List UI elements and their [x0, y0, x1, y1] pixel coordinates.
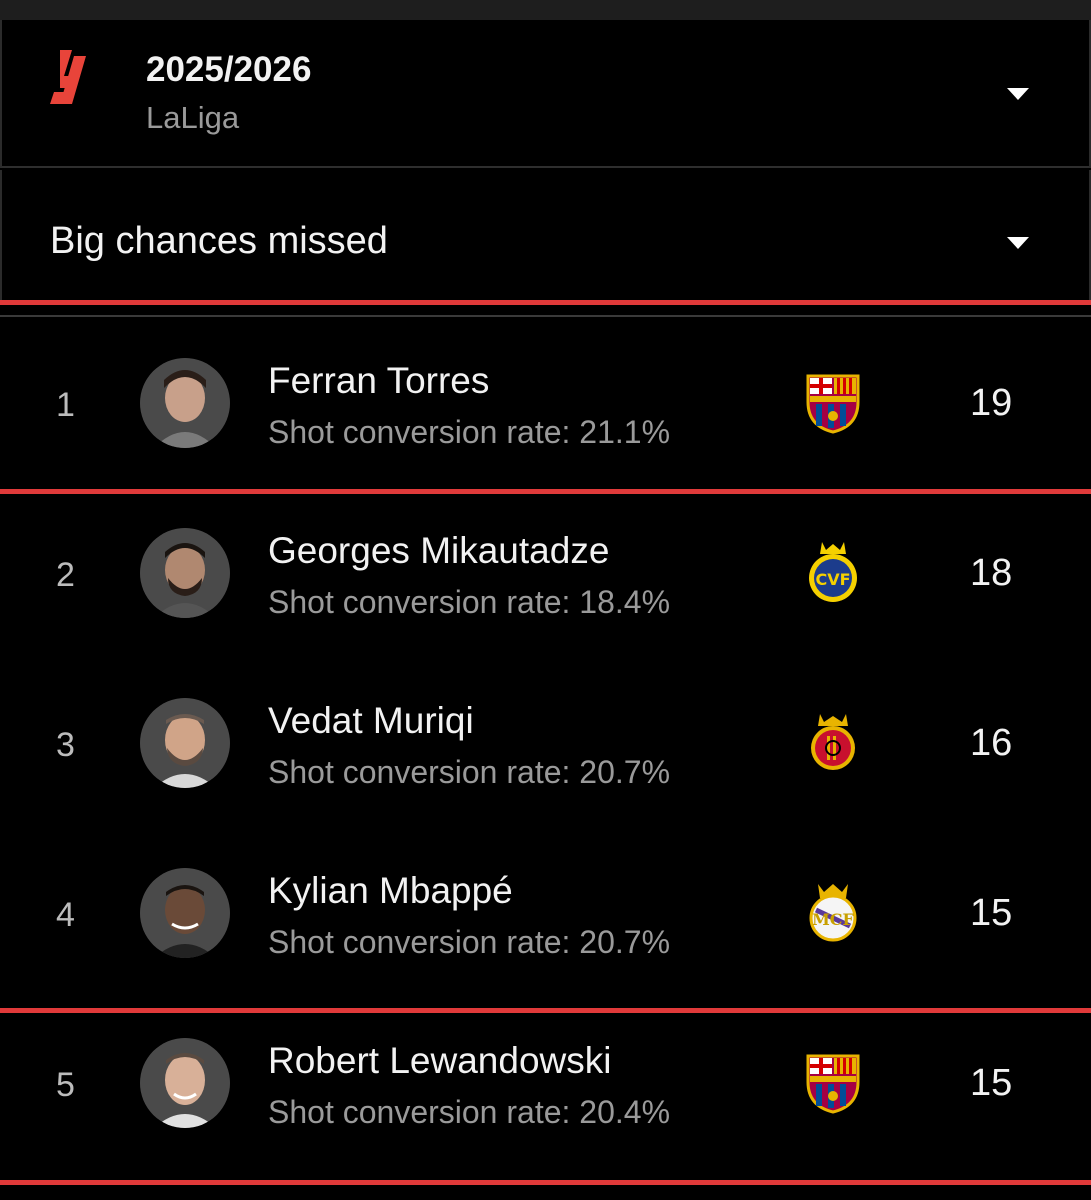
stat-selector-label: Big chances missed — [50, 220, 388, 262]
stat-value: 18 — [970, 552, 1013, 594]
stat-value: 15 — [970, 892, 1013, 934]
laliga-logo-icon — [50, 50, 86, 104]
divider — [0, 1180, 1091, 1185]
shot-conversion-rate: Shot conversion rate: 20.4% — [268, 1094, 671, 1130]
rank: 5 — [56, 1066, 75, 1104]
stat-value: 15 — [970, 1062, 1013, 1104]
divider — [0, 315, 1091, 317]
player-name: Kylian Mbappé — [268, 870, 513, 911]
list-item[interactable]: 1 Ferran Torres Shot conversion rate: 21… — [0, 318, 1091, 488]
svg-text:CVF: CVF — [815, 570, 850, 589]
rank: 2 — [56, 556, 75, 594]
divider — [0, 300, 1091, 305]
rank: 1 — [56, 386, 75, 424]
avatar — [140, 358, 230, 448]
season-selector[interactable] — [0, 20, 1091, 168]
fc-barcelona-crest-icon — [806, 374, 860, 434]
avatar — [140, 868, 230, 958]
stat-value: 19 — [970, 382, 1013, 424]
avatar — [140, 698, 230, 788]
league-name: LaLiga — [146, 100, 240, 135]
avatar — [140, 1038, 230, 1128]
player-name: Robert Lewandowski — [268, 1040, 612, 1081]
rank: 4 — [56, 896, 75, 934]
player-name: Georges Mikautadze — [268, 530, 610, 571]
list-item[interactable]: 5 Robert Lewandowski Shot conversion rat… — [0, 998, 1091, 1168]
avatar — [140, 528, 230, 618]
real-madrid-crest-icon: MCF — [809, 884, 857, 942]
svg-text:MCF: MCF — [812, 910, 854, 929]
mallorca-crest-icon — [811, 714, 855, 770]
player-name: Vedat Muriqi — [268, 700, 474, 741]
shot-conversion-rate: Shot conversion rate: 20.7% — [268, 754, 671, 790]
villarreal-crest-icon: CVF — [809, 542, 857, 602]
chevron-down-icon[interactable] — [1007, 237, 1029, 249]
stat-value: 16 — [970, 722, 1013, 764]
list-item[interactable]: 3 Vedat Muriqi Shot conversion rate: 20.… — [0, 658, 1091, 828]
list-item[interactable]: 2 Georges Mikautadze Shot conversion rat… — [0, 488, 1091, 658]
top-strip — [0, 0, 1091, 20]
player-name: Ferran Torres — [268, 360, 490, 401]
season-title: 2025/2026 — [146, 50, 312, 89]
shot-conversion-rate: Shot conversion rate: 20.7% — [268, 924, 671, 960]
chevron-down-icon[interactable] — [1007, 88, 1029, 100]
rank: 3 — [56, 726, 75, 764]
fc-barcelona-crest-icon — [806, 1054, 860, 1114]
shot-conversion-rate: Shot conversion rate: 21.1% — [268, 414, 671, 450]
shot-conversion-rate: Shot conversion rate: 18.4% — [268, 584, 671, 620]
list-item[interactable]: 4 Kylian Mbappé Shot conversion rate: 20… — [0, 828, 1091, 998]
